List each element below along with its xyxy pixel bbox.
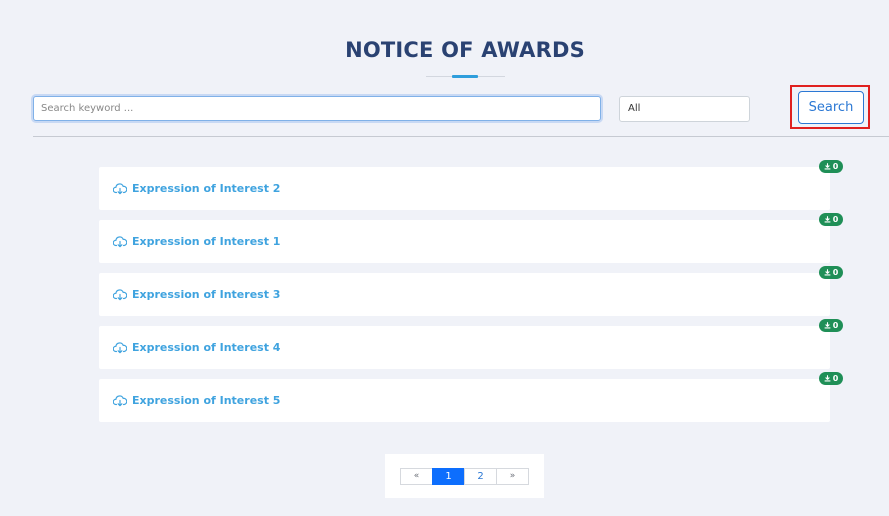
list-item: Expression of Interest 2 0 — [99, 160, 843, 210]
notice-link[interactable]: Expression of Interest 4 — [132, 341, 280, 354]
download-count: 0 — [832, 162, 839, 171]
list-item: Expression of Interest 5 0 — [99, 372, 843, 422]
pagination-prev[interactable]: « — [400, 467, 433, 485]
category-select-value: All — [628, 103, 641, 114]
download-icon — [824, 216, 831, 223]
cloud-download-icon — [113, 288, 127, 300]
title-divider-accent — [452, 75, 478, 78]
cloud-download-icon — [113, 182, 127, 194]
list-item: Expression of Interest 1 0 — [99, 213, 843, 263]
pagination-page-1[interactable]: 1 — [432, 467, 465, 485]
list-item: Expression of Interest 4 0 — [99, 319, 843, 369]
download-count-badge: 0 — [819, 372, 843, 385]
pagination: « 1 2 » — [400, 467, 529, 485]
search-button[interactable]: Search — [798, 91, 864, 124]
download-count-badge: 0 — [819, 213, 843, 226]
notice-link[interactable]: Expression of Interest 1 — [132, 235, 280, 248]
download-icon — [824, 269, 831, 276]
notice-link[interactable]: Expression of Interest 3 — [132, 288, 280, 301]
list-item: Expression of Interest 3 0 — [99, 266, 843, 316]
download-count: 0 — [832, 215, 839, 224]
notice-list: Expression of Interest 2 0 Expression of… — [99, 160, 843, 432]
download-icon — [824, 375, 831, 382]
search-input[interactable] — [33, 96, 601, 121]
category-select[interactable]: All — [619, 96, 750, 122]
notice-link[interactable]: Expression of Interest 5 — [132, 394, 280, 407]
download-count: 0 — [832, 268, 839, 277]
cloud-download-icon — [113, 235, 127, 247]
download-count: 0 — [832, 374, 839, 383]
cloud-download-icon — [113, 394, 127, 406]
download-icon — [824, 322, 831, 329]
download-count-badge: 0 — [819, 160, 843, 173]
notice-link[interactable]: Expression of Interest 2 — [132, 182, 280, 195]
pagination-page-2[interactable]: 2 — [464, 467, 497, 485]
pagination-container: « 1 2 » — [385, 454, 544, 498]
page-title: NOTICE OF AWARDS — [345, 38, 585, 62]
download-count-badge: 0 — [819, 266, 843, 279]
section-divider — [33, 136, 889, 137]
download-icon — [824, 163, 831, 170]
download-count-badge: 0 — [819, 319, 843, 332]
pagination-next[interactable]: » — [496, 467, 529, 485]
download-count: 0 — [832, 321, 839, 330]
cloud-download-icon — [113, 341, 127, 353]
